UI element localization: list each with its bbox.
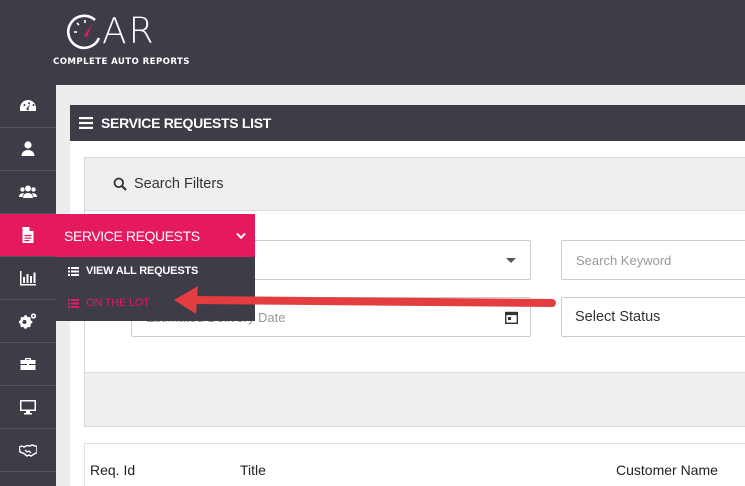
list-icon: [68, 298, 79, 308]
sidebar-item-partners[interactable]: [0, 429, 56, 472]
page-title: SERVICE REQUESTS LIST: [101, 115, 272, 131]
submenu-item-label: VIEW ALL REQUESTS: [86, 265, 199, 277]
filters-title: Search Filters: [134, 176, 224, 192]
filters-footer: [85, 372, 745, 426]
search-input[interactable]: [576, 252, 736, 268]
document-icon: [22, 227, 34, 243]
logo-word: AR: [65, 12, 156, 52]
gears-icon: [19, 313, 37, 329]
sidebar-item-display[interactable]: [0, 386, 56, 429]
users-icon: [19, 185, 37, 198]
sidebar-item-users[interactable]: [0, 171, 56, 214]
sidebar-item-settings[interactable]: [0, 300, 56, 343]
sidebar: [0, 85, 56, 486]
monitor-icon: [20, 400, 36, 415]
submenu-item-on-the-lot[interactable]: ON THE LOT: [68, 297, 150, 309]
search-icon: [113, 177, 127, 191]
search-keyword-field[interactable]: [561, 240, 745, 280]
top-header: AR COMPLETE AUTO REPORTS: [0, 0, 745, 85]
sidebar-item-jobs[interactable]: [0, 343, 56, 386]
sidebar-item-dashboard[interactable]: [0, 85, 56, 128]
submenu-item-view-all-requests[interactable]: VIEW ALL REQUESTS: [68, 265, 198, 277]
menu-icon: [79, 117, 93, 129]
handshake-icon: [19, 444, 37, 457]
car-logo[interactable]: AR COMPLETE AUTO REPORTS: [52, 8, 212, 78]
chevron-down-icon: [236, 232, 246, 240]
bar-chart-icon: [20, 271, 36, 286]
column-header-customer-name[interactable]: Customer Name: [616, 462, 718, 478]
panel-header: SERVICE REQUESTS LIST: [70, 105, 745, 141]
logo-tagline: COMPLETE AUTO REPORTS: [53, 57, 190, 67]
app-root: AR COMPLETE AUTO REPORTS SERVICE REQUEST…: [0, 0, 745, 486]
flyout-title: SERVICE REQUESTS: [64, 227, 200, 244]
chevron-down-icon: [506, 258, 516, 263]
dashboard-icon: [20, 100, 36, 111]
status-value: Select Status: [575, 309, 661, 325]
briefcase-icon: [20, 358, 36, 370]
logo-text: AR: [102, 11, 156, 52]
sidebar-item-user[interactable]: [0, 128, 56, 171]
column-header-req-id[interactable]: Req. Id: [90, 462, 135, 478]
status-select[interactable]: Select Status: [561, 297, 745, 337]
user-icon: [21, 141, 35, 156]
service-requests-menu-header[interactable]: SERVICE REQUESTS: [56, 214, 255, 257]
list-icon: [68, 266, 79, 276]
sidebar-item-service-requests[interactable]: [0, 214, 56, 257]
filters-header[interactable]: Search Filters: [85, 158, 745, 211]
sidebar-item-reports[interactable]: [0, 257, 56, 300]
column-header-title[interactable]: Title: [240, 462, 266, 478]
speedometer-icon: [66, 14, 101, 50]
submenu-item-label: ON THE LOT: [86, 297, 150, 309]
annotation-arrow: [174, 286, 556, 314]
